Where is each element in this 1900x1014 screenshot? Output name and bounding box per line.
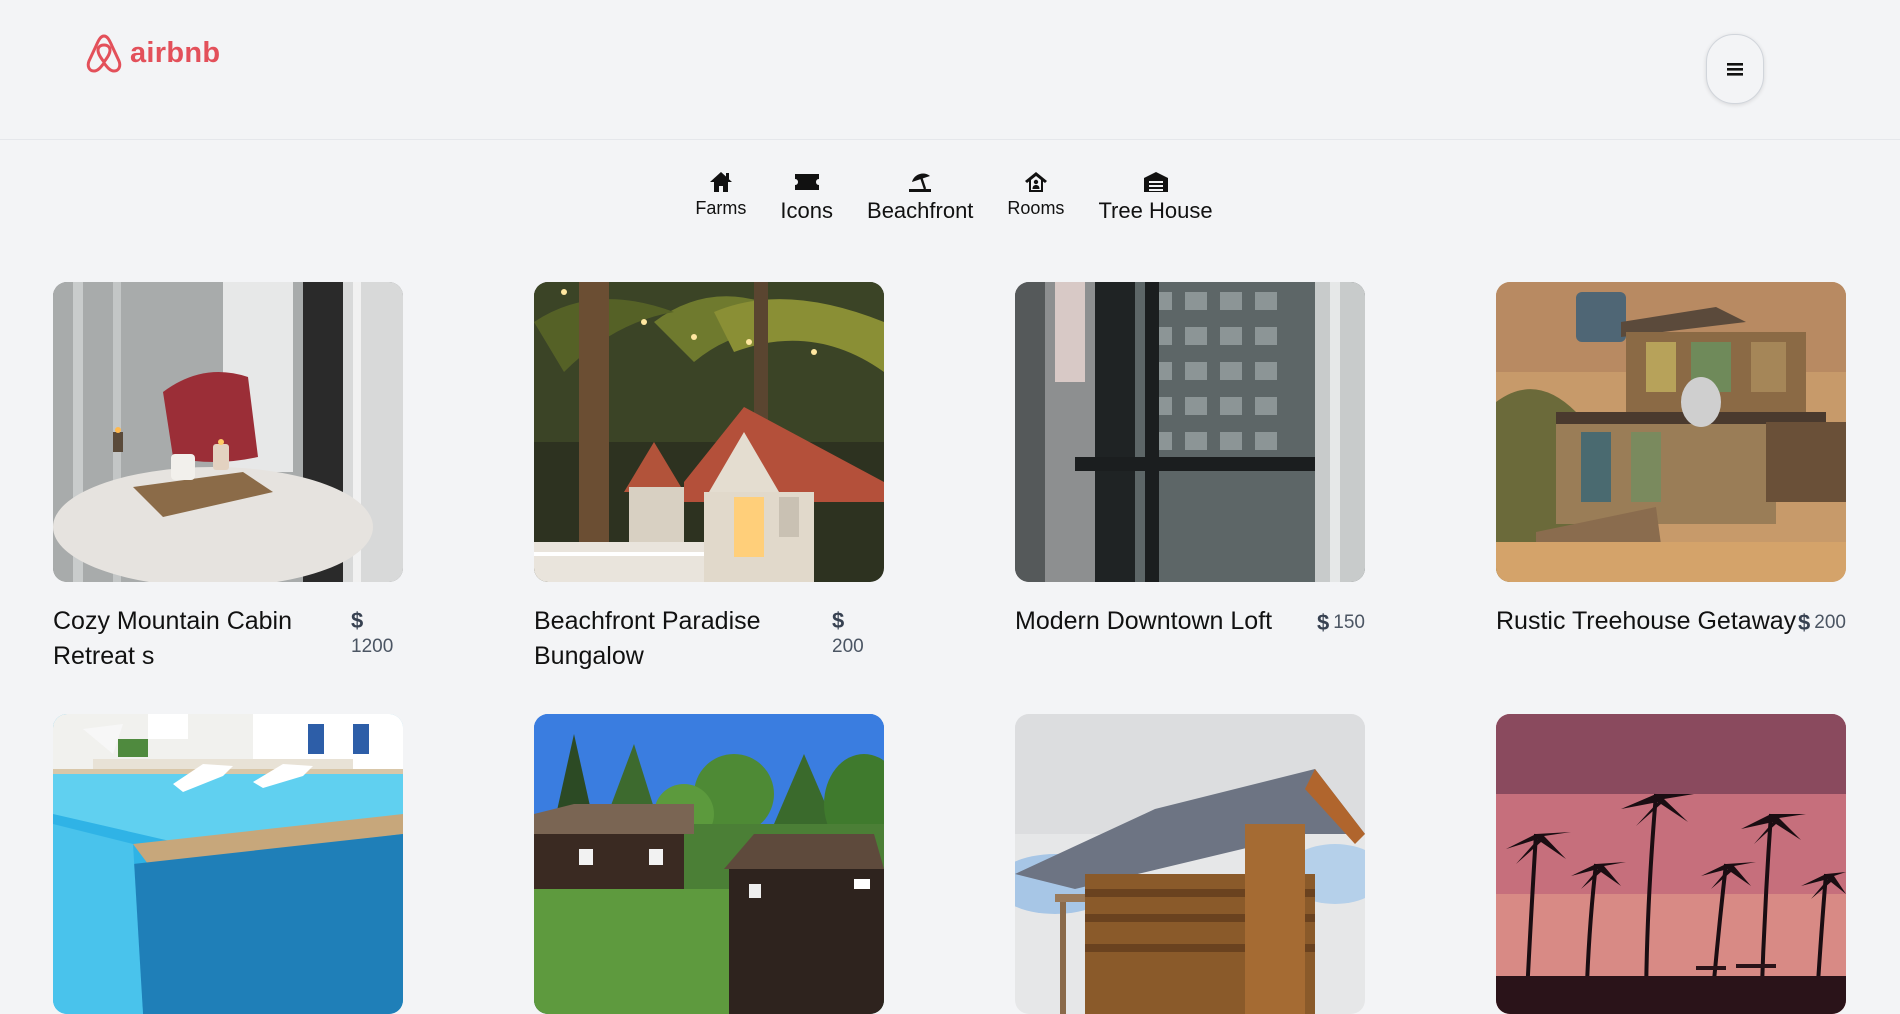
listing-card[interactable] — [1496, 714, 1846, 1014]
category-icons[interactable]: Icons — [780, 170, 833, 224]
airbnb-logo[interactable]: airbnb — [84, 32, 220, 74]
top-header: airbnb — [0, 0, 1900, 140]
category-bar: Farms Icons Beachfront Rooms Tree House — [0, 170, 1900, 224]
hamburger-icon — [1727, 63, 1743, 76]
price-value: 1200 — [351, 636, 394, 657]
listings-grid: Cozy Mountain Cabin Retreat s $ 1200 Bea… — [53, 282, 1847, 1014]
listing-price: $ 200 — [1798, 610, 1846, 636]
listing-info: Rustic Treehouse Getaway $ 200 — [1496, 604, 1846, 639]
listing-card[interactable]: Beachfront Paradise Bungalow $ 200 — [534, 282, 884, 674]
price-value: 200 — [832, 636, 864, 657]
listing-image[interactable] — [1496, 282, 1846, 582]
price-value: 200 — [1814, 612, 1846, 633]
listing-price: $ 200 — [832, 608, 884, 658]
brand-name: airbnb — [130, 36, 221, 69]
listing-card[interactable] — [1015, 714, 1365, 1014]
listing-card[interactable]: Rustic Treehouse Getaway $ 200 — [1496, 282, 1846, 674]
house-icon — [709, 172, 732, 192]
listing-price: $ 1200 — [351, 608, 403, 658]
ticket-icon — [794, 174, 819, 190]
category-label: Tree House — [1098, 198, 1213, 223]
listing-image[interactable] — [53, 282, 403, 582]
listing-image[interactable] — [1015, 282, 1365, 582]
listing-image[interactable] — [53, 714, 403, 1014]
price-value: 150 — [1333, 612, 1365, 633]
category-label: Rooms — [1007, 198, 1065, 218]
listing-title: Beachfront Paradise Bungalow — [534, 607, 761, 670]
menu-button[interactable] — [1706, 34, 1764, 104]
airbnb-logo-icon — [86, 34, 122, 73]
listing-image[interactable] — [534, 714, 884, 1014]
listing-info: Beachfront Paradise Bungalow $ 200 — [534, 604, 884, 674]
category-beachfront[interactable]: Beachfront — [867, 170, 973, 224]
umbrella-beach-icon — [909, 173, 932, 192]
dollar-icon: $ — [832, 608, 845, 633]
house-user-icon — [1024, 172, 1047, 192]
listing-title: Rustic Treehouse Getaway — [1496, 607, 1797, 635]
listing-image[interactable] — [534, 282, 884, 582]
listing-title: Modern Downtown Loft — [1015, 607, 1273, 635]
listing-image[interactable] — [1015, 714, 1365, 1014]
listing-image[interactable] — [1496, 714, 1846, 1014]
category-label: Farms — [695, 198, 747, 218]
listing-price: $ 150 — [1317, 610, 1365, 636]
category-farms[interactable]: Farms — [695, 170, 746, 224]
warehouse-icon — [1143, 172, 1168, 192]
category-label: Beachfront — [867, 198, 974, 223]
listing-info: Modern Downtown Loft $ 150 — [1015, 604, 1365, 639]
listing-card[interactable] — [53, 714, 403, 1014]
category-label: Icons — [780, 198, 834, 223]
listing-card[interactable]: Cozy Mountain Cabin Retreat s $ 1200 — [53, 282, 403, 674]
listing-card[interactable]: Modern Downtown Loft $ 150 — [1015, 282, 1365, 674]
category-tree-house[interactable]: Tree House — [1098, 170, 1213, 224]
dollar-icon: $ — [351, 608, 364, 633]
dollar-icon: $ — [1798, 610, 1811, 635]
listing-card[interactable] — [534, 714, 884, 1014]
category-rooms[interactable]: Rooms — [1007, 170, 1064, 224]
listing-info: Cozy Mountain Cabin Retreat s $ 1200 — [53, 604, 403, 674]
dollar-icon: $ — [1317, 610, 1330, 635]
listing-title: Cozy Mountain Cabin Retreat s — [53, 607, 293, 670]
